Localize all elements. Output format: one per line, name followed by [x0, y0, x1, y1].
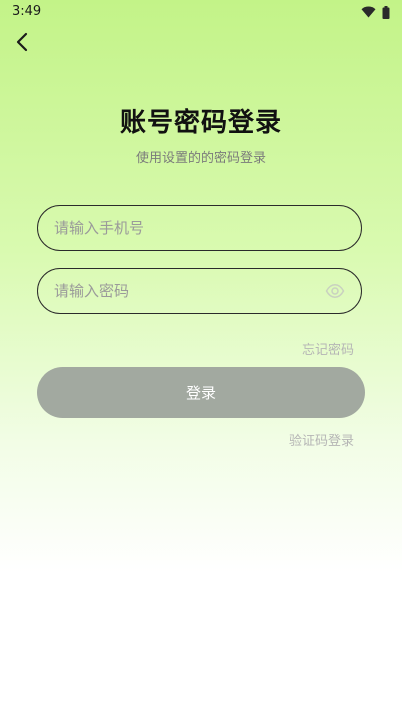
- phone-field[interactable]: [37, 205, 362, 251]
- back-button[interactable]: [8, 30, 36, 58]
- login-button[interactable]: 登录: [37, 367, 365, 418]
- phone-input[interactable]: [54, 206, 314, 250]
- login-button-label: 登录: [185, 384, 216, 402]
- chevron-left-icon: [15, 32, 29, 56]
- forgot-password-link[interactable]: 忘记密码: [302, 339, 354, 358]
- eye-icon[interactable]: [325, 281, 345, 301]
- battery-icon: [382, 5, 390, 19]
- status-time: 3:49: [12, 4, 42, 19]
- password-field[interactable]: [37, 268, 362, 314]
- page-title: 账号密码登录: [119, 108, 282, 138]
- status-bar: 3:49: [0, 0, 402, 24]
- sms-login-link[interactable]: 验证码登录: [289, 430, 354, 449]
- status-icons: [361, 5, 390, 19]
- wifi-icon: [361, 6, 376, 18]
- password-input[interactable]: [54, 269, 314, 313]
- page-subtitle: 使用设置的的密码登录: [135, 151, 266, 166]
